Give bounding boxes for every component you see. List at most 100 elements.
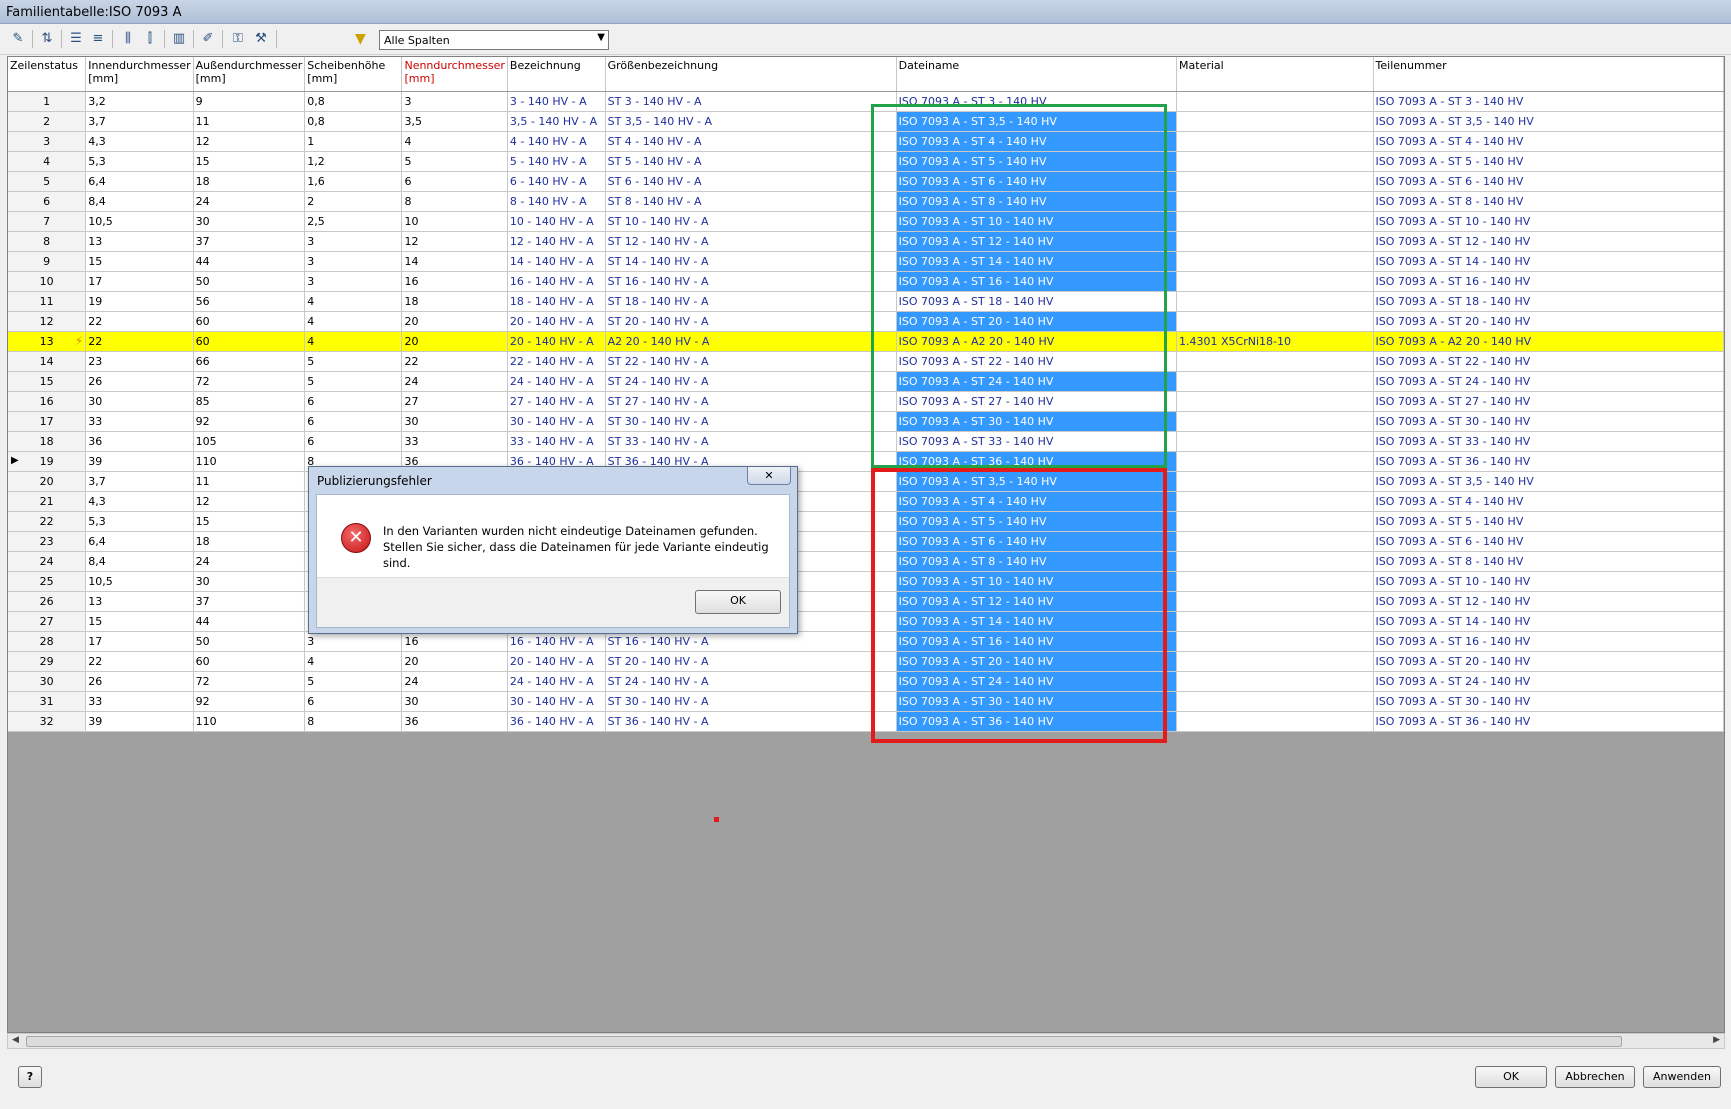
table-cell[interactable]: ISO 7093 A - ST 5 - 140 HV	[1373, 511, 1724, 532]
table-cell[interactable]: 30	[193, 571, 306, 592]
horizontal-scrollbar[interactable]: ◀ ▶	[7, 1033, 1725, 1049]
table-cell[interactable]	[1176, 571, 1374, 592]
table-cell[interactable]: ISO 7093 A - ST 20 - 140 HV	[896, 651, 1178, 672]
table-row[interactable]: 11 19 56 4 18 18 - 140 HV - A ST 18 - 140 HV -…	[8, 291, 1724, 312]
table-cell[interactable]: ISO 7093 A - ST 6 - 140 HV	[1373, 171, 1724, 192]
table-cell[interactable]: 2,5	[304, 211, 403, 232]
table-cell[interactable]: 56	[193, 291, 306, 312]
table-row[interactable]: 214,3121ISO 7093 A - ST 4 - 140 HVISO 70…	[8, 491, 1724, 512]
table-cell[interactable]: ISO 7093 A - ST 3 - 140 HV	[1373, 91, 1724, 112]
table-cell[interactable]: ISO 7093 A - ST 10 - 140 HV	[896, 211, 1178, 232]
table-cell[interactable]: ISO 7093 A - A2 20 - 140 HV	[896, 331, 1178, 352]
table-cell[interactable]: ISO 7093 A - ST 18 - 140 HV	[896, 291, 1178, 312]
scroll-right-icon[interactable]: ▶	[1713, 1035, 1720, 1045]
table-cell[interactable]: 4,3	[85, 491, 194, 512]
table-row[interactable]: 1 3,2 9 0,8 3 3 - 140 HV - A ST 3 - 140 HV - A…	[8, 91, 1724, 112]
dialog-ok-button[interactable]: OK	[695, 590, 781, 614]
table-cell[interactable]: ISO 7093 A - ST 4 - 140 HV	[1373, 131, 1724, 152]
table-cell[interactable]: 8	[401, 191, 508, 212]
table-cell[interactable]: 17	[85, 271, 194, 292]
table-cell[interactable]: 4	[304, 331, 403, 352]
table-cell[interactable]: ISO 7093 A - ST 16 - 140 HV	[896, 631, 1178, 652]
table-cell[interactable]	[1176, 251, 1374, 272]
table-cell[interactable]	[1176, 711, 1374, 732]
ok-button[interactable]: OK	[1475, 1066, 1547, 1088]
table-cell[interactable]: ST 10 - 140 HV - A	[605, 211, 897, 232]
table-cell[interactable]: ISO 7093 A - ST 24 - 140 HV	[896, 371, 1178, 392]
table-cell[interactable]: 1.4301 X5CrNi18-10	[1176, 331, 1374, 352]
table-cell[interactable]: 50	[193, 271, 306, 292]
table-cell[interactable]	[1176, 531, 1374, 552]
table-cell[interactable]: 16 - 140 HV - A	[507, 631, 606, 652]
table-cell[interactable]: ISO 7093 A - ST 6 - 140 HV	[896, 531, 1178, 552]
table-row[interactable]: 18 36 105 6 33 33 - 140 HV - A ST 33 - 140 HV …	[8, 431, 1724, 452]
table-cell[interactable]: ISO 7093 A - ST 14 - 140 HV	[1373, 251, 1724, 272]
table-cell[interactable]: 4	[401, 131, 508, 152]
table-cell[interactable]: ISO 7093 A - ST 16 - 140 HV	[896, 271, 1178, 292]
table-cell[interactable]: 10 - 140 HV - A	[507, 211, 606, 232]
table-row[interactable]: 32 39 110 8 36 36 - 140 HV - A ST 36 - 140 HV …	[8, 711, 1724, 732]
table-cell[interactable]: ISO 7093 A - ST 30 - 140 HV	[896, 411, 1178, 432]
table-cell[interactable]: ISO 7093 A - ST 33 - 140 HV	[896, 431, 1178, 452]
apply-button[interactable]: Anwenden	[1643, 1066, 1721, 1088]
table-cell[interactable]: 39	[85, 451, 194, 472]
table-cell[interactable]	[1176, 111, 1374, 132]
table-cell[interactable]	[1176, 491, 1374, 512]
table-cell[interactable]: 13	[85, 231, 194, 252]
table-cell[interactable]: 22	[85, 651, 194, 672]
table-row[interactable]: 14 23 66 5 22 22 - 140 HV - A ST 22 - 140 HV -…	[8, 351, 1724, 372]
table-cell[interactable]: 24	[401, 671, 508, 692]
table-cell[interactable]: ISO 7093 A - ST 27 - 140 HV	[1373, 391, 1724, 412]
table-cell[interactable]: 3,7	[85, 471, 194, 492]
table-cell[interactable]: 60	[193, 311, 306, 332]
table-cell[interactable]: ISO 7093 A - ST 10 - 140 HV	[896, 571, 1178, 592]
column-header-9[interactable]: Teilenummer	[1373, 57, 1724, 92]
table-row[interactable]: 6 8,4 24 2 8 8 - 140 HV - A ST 8 - 140 HV - A I…	[8, 191, 1724, 212]
filter-icon[interactable]: ▼	[355, 31, 366, 47]
table-cell[interactable]: ISO 7093 A - ST 18 - 140 HV	[1373, 291, 1724, 312]
column-header-0[interactable]: Zeilenstatus	[8, 57, 87, 92]
table-cell[interactable]: ISO 7093 A - ST 30 - 140 HV	[896, 691, 1178, 712]
table-cell[interactable]	[1176, 311, 1374, 332]
table-cell[interactable]: 36	[85, 431, 194, 452]
table-cell[interactable]: 44	[193, 611, 306, 632]
table-cell[interactable]: ISO 7093 A - ST 8 - 140 HV	[1373, 191, 1724, 212]
table-cell[interactable]: ST 36 - 140 HV - A	[605, 711, 897, 732]
table-cell[interactable]: 5 - 140 HV - A	[507, 151, 606, 172]
table-cell[interactable]: 24	[193, 191, 306, 212]
table-cell[interactable]: 30	[85, 391, 194, 412]
table-cell[interactable]: 20	[401, 311, 508, 332]
table-cell[interactable]: 85	[193, 391, 306, 412]
table-cell[interactable]: 15	[193, 511, 306, 532]
close-icon[interactable]: ✕	[747, 467, 791, 485]
table-cell[interactable]: 10,5	[85, 571, 194, 592]
table-cell[interactable]: ISO 7093 A - ST 16 - 140 HV	[1373, 271, 1724, 292]
table-cell[interactable]: 36	[401, 711, 508, 732]
column-filter-select[interactable]: Alle Spalten ▼	[379, 30, 609, 50]
table-row[interactable]: 12 22 60 4 20 20 - 140 HV - A ST 20 - 140 HV -…	[8, 311, 1724, 332]
table-cell[interactable]: ST 16 - 140 HV - A	[605, 271, 897, 292]
table-cell[interactable]: 14 - 140 HV - A	[507, 251, 606, 272]
table-cell[interactable]	[1176, 91, 1374, 112]
table-cell[interactable]: ST 12 - 140 HV - A	[605, 231, 897, 252]
table-cell[interactable]: 33 - 140 HV - A	[507, 431, 606, 452]
table-cell[interactable]	[1176, 391, 1374, 412]
table-cell[interactable]	[1176, 671, 1374, 692]
table-cell[interactable]: 18	[401, 291, 508, 312]
table-cell[interactable]: 66	[193, 351, 306, 372]
table-cell[interactable]: 24 - 140 HV - A	[507, 371, 606, 392]
table-cell[interactable]	[1176, 191, 1374, 212]
table-cell[interactable]: 110	[193, 711, 306, 732]
table-cell[interactable]: 24 - 140 HV - A	[507, 671, 606, 692]
table-cell[interactable]: ISO 7093 A - ST 10 - 140 HV	[1373, 211, 1724, 232]
table-cell[interactable]: ISO 7093 A - ST 8 - 140 HV	[1373, 551, 1724, 572]
tools-icon[interactable]: ⚒	[251, 29, 271, 49]
table-cell[interactable]	[1176, 471, 1374, 492]
table-cell[interactable]: 6 - 140 HV - A	[507, 171, 606, 192]
column-header-5[interactable]: Bezeichnung	[507, 57, 606, 92]
table-row[interactable]: 16 30 85 6 27 27 - 140 HV - A ST 27 - 140 HV -…	[8, 391, 1724, 412]
table-cell[interactable]: 1	[304, 131, 403, 152]
table-cell[interactable]: 60	[193, 331, 306, 352]
table-cell[interactable]: ISO 7093 A - ST 12 - 140 HV	[896, 591, 1178, 612]
table-cell[interactable]: ISO 7093 A - A2 20 - 140 HV	[1373, 331, 1724, 352]
